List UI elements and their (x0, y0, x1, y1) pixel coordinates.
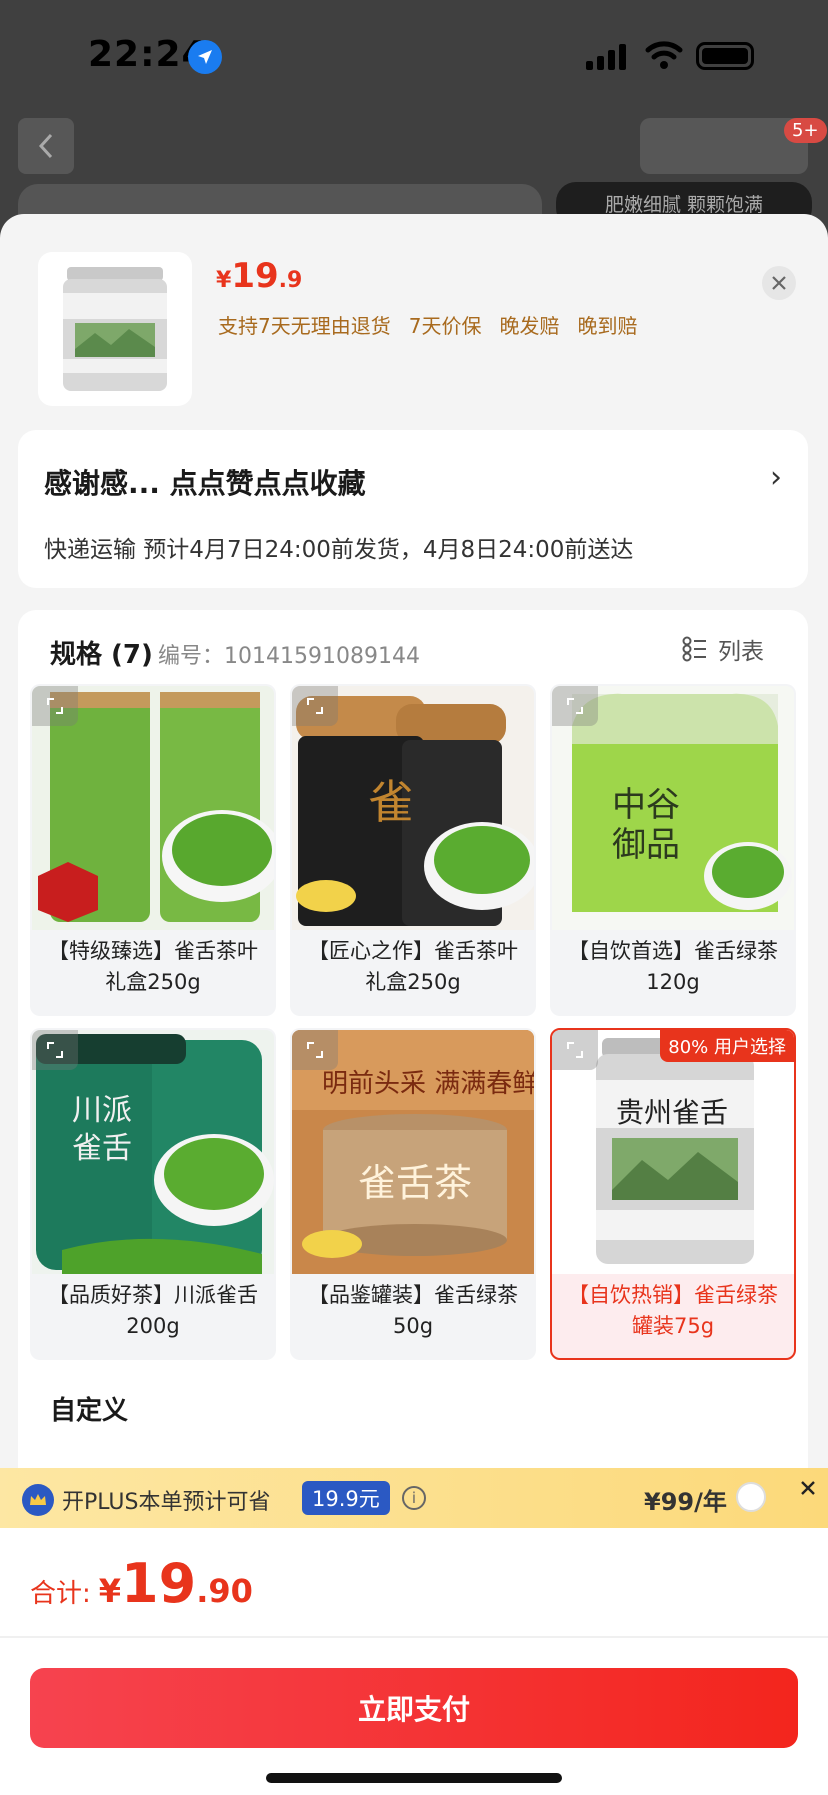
checkout-footer: 合计: ¥ 19 .90 立即支付 (0, 1528, 828, 1795)
sku-label: 【匠心之作】雀舌茶叶礼盒250g (308, 939, 518, 994)
back-button[interactable] (18, 118, 74, 174)
list-view-label: 列表 (718, 639, 764, 665)
product-price: ¥19.9 (216, 256, 303, 296)
chevron-right-icon: › (770, 460, 782, 495)
address-card[interactable]: 感谢感... 点点赞点点收藏 › 快递运输 预计4月7日24:00前发货，4月8… (18, 430, 808, 588)
background-actions[interactable] (640, 118, 808, 174)
svg-text:雀舌: 雀舌 (72, 1131, 132, 1166)
sku-label: 【自饮首选】雀舌绿茶120g (568, 939, 778, 994)
svg-text:御品: 御品 (612, 825, 680, 865)
product-code: 编号：10141591089144 (158, 644, 420, 669)
expand-icon[interactable] (292, 686, 338, 726)
sku-selector-sheet: ¥19.9 支持7天无理由退货 7天价保 晚发赔 晚到赔 感谢感... 点点赞点… (0, 214, 828, 1795)
sku-option-selected[interactable]: 贵州雀舌 80% 用户选择 【自饮热销】雀舌绿茶罐装75g (550, 1028, 796, 1360)
plus-close-button[interactable] (788, 1468, 828, 1508)
sku-label: 【特级臻选】雀舌茶叶礼盒250g (48, 939, 258, 994)
shipping-estimate: 快递运输 预计4月7日24:00前发货，4月8日24:00前送达 (44, 537, 634, 563)
total-price: 合计: ¥ 19 .90 (30, 1552, 253, 1615)
location-arrow-icon (188, 40, 222, 74)
signal-icon (586, 44, 626, 70)
plus-promo-bar[interactable]: 开PLUS本单预计可省 19.9元 i ¥99/年 (0, 1468, 828, 1528)
sku-option[interactable]: 川派 雀舌 【品质好茶】川派雀舌200g (30, 1028, 276, 1360)
plus-promo-text: 开PLUS本单预计可省 (62, 1490, 271, 1515)
expand-icon[interactable] (552, 686, 598, 726)
spec-card: 规格 (7) 编号：10141591089144 列表 【特级臻选】雀舌茶叶礼盒… (18, 610, 808, 1610)
sku-option[interactable]: 雀 【匠心之作】雀舌茶叶礼盒250g (290, 684, 536, 1016)
battery-icon (696, 42, 754, 70)
pay-now-button[interactable]: 立即支付 (30, 1668, 798, 1748)
svg-text:雀: 雀 (368, 775, 414, 829)
status-bar: 22:24 (0, 0, 828, 110)
message-badge: 5+ (784, 118, 827, 143)
sku-label: 【自饮热销】雀舌绿茶罐装75g (568, 1283, 778, 1338)
close-icon (772, 276, 786, 290)
total-label: 合计: (30, 1579, 91, 1609)
guarantee-item: 晚发赔 (499, 314, 560, 338)
plus-radio[interactable] (736, 1482, 766, 1512)
product-header: ¥19.9 支持7天无理由退货 7天价保 晚发赔 晚到赔 (0, 214, 828, 429)
tea-can-image (63, 267, 167, 391)
chevron-left-icon (38, 133, 53, 159)
popular-choice-tag: 80% 用户选择 (660, 1030, 794, 1062)
crown-icon (22, 1484, 54, 1516)
guarantee-item: 支持7天无理由退货 (218, 314, 391, 338)
wifi-icon (645, 41, 683, 69)
expand-icon[interactable] (552, 1030, 598, 1070)
sku-option[interactable]: 明前头采 满满春鲜 雀舌茶 【品鉴罐装】雀舌绿茶50g (290, 1028, 536, 1360)
svg-text:雀舌茶: 雀舌茶 (358, 1161, 472, 1205)
home-indicator (266, 1773, 562, 1783)
spec-title: 规格 (7) (50, 640, 153, 670)
list-icon (682, 636, 706, 662)
expand-icon[interactable] (292, 1030, 338, 1070)
svg-text:中谷: 中谷 (612, 785, 680, 825)
sku-option[interactable]: 【特级臻选】雀舌茶叶礼盒250g (30, 684, 276, 1016)
guarantee-list: 支持7天无理由退货 7天价保 晚发赔 晚到赔 (218, 310, 637, 339)
divider (0, 1636, 828, 1638)
svg-text:川派: 川派 (72, 1093, 132, 1128)
sku-label: 【品质好茶】川派雀舌200g (48, 1283, 258, 1338)
guarantee-item: 7天价保 (408, 314, 482, 338)
custom-section-title: 自定义 (50, 1396, 129, 1426)
close-button[interactable] (762, 266, 796, 300)
list-view-toggle[interactable]: 列表 (682, 632, 764, 666)
plus-price: ¥99/年 (644, 1488, 727, 1516)
svg-text:明前头采 满满春鲜: 明前头采 满满春鲜 (322, 1069, 536, 1099)
guarantee-item: 晚到赔 (577, 314, 638, 338)
background-page: 22:24 5+ 肥嫩细腻 颗颗饱满 (0, 0, 828, 244)
svg-text:贵州雀舌: 贵州雀舌 (616, 1096, 728, 1129)
address-title: 感谢感... 点点赞点点收藏 (44, 467, 366, 500)
sku-label: 【品鉴罐装】雀舌绿茶50g (308, 1283, 518, 1338)
product-thumbnail[interactable] (38, 252, 192, 406)
sku-option[interactable]: 中谷 御品 【自饮首选】雀舌绿茶120g (550, 684, 796, 1016)
expand-icon[interactable] (32, 686, 78, 726)
info-icon[interactable]: i (402, 1486, 426, 1510)
plus-savings-amount: 19.9元 (302, 1481, 390, 1515)
expand-icon[interactable] (32, 1030, 78, 1070)
close-icon (801, 1481, 815, 1495)
